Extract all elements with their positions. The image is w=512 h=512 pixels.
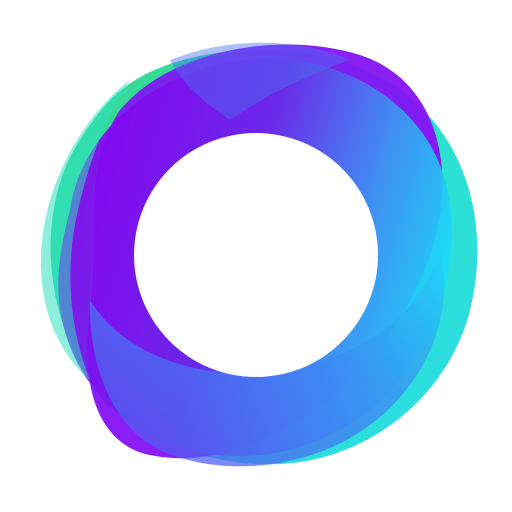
app-icon-canvas	[0, 0, 512, 512]
ring-logo-icon	[40, 42, 478, 467]
